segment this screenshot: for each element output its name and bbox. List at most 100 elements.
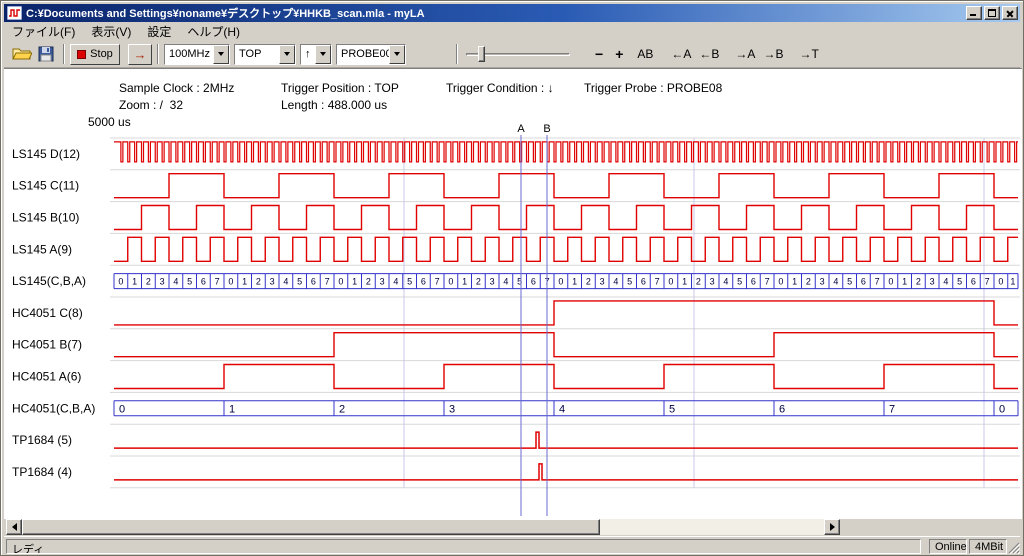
toolbar-separator xyxy=(456,44,458,64)
bus-value: 1 xyxy=(352,276,357,286)
bus-value: 0 xyxy=(668,276,673,286)
channel-label: HC4051 B(7) xyxy=(12,338,82,352)
scroll-thumb[interactable] xyxy=(22,519,600,535)
bus-value: 6 xyxy=(751,276,756,286)
bus-value: 5 xyxy=(187,276,192,286)
channel-row: LS145 D(12) xyxy=(12,142,1018,162)
maximize-icon xyxy=(988,9,996,17)
jump-trigger-button[interactable]: →T xyxy=(796,45,821,63)
chevron-down-icon[interactable] xyxy=(389,45,405,64)
app-window: C:¥Documents and Settings¥noname¥デスクトップ¥… xyxy=(0,0,1024,556)
waveform-trace xyxy=(114,301,1018,325)
trigger-position-value: TOP xyxy=(235,45,279,64)
minimize-button[interactable] xyxy=(966,6,982,20)
waveform-trace xyxy=(114,206,1018,230)
bus-value: 3 xyxy=(820,276,825,286)
status-message: レディ xyxy=(6,539,921,554)
close-icon xyxy=(1003,7,1017,19)
bus-value: 2 xyxy=(366,276,371,286)
bus-value: 0 xyxy=(338,276,343,286)
scroll-left-button[interactable] xyxy=(6,519,22,535)
toolbar-separator xyxy=(63,44,65,64)
chevron-down-icon[interactable] xyxy=(213,45,229,64)
trigger-probe-combo[interactable]: PROBE00 xyxy=(336,44,406,65)
run-button[interactable]: → xyxy=(128,44,152,65)
bus-value: 5 xyxy=(297,276,302,286)
sample-clock-text: Sample Clock : 2MHz xyxy=(119,81,234,95)
ab-cursor-button[interactable]: AB xyxy=(634,45,656,63)
bus-value: 6 xyxy=(201,276,206,286)
menu-help[interactable]: ヘルプ(H) xyxy=(179,21,248,42)
channel-label: LS145 A(9) xyxy=(12,242,72,256)
sample-rate-value: 100MHz xyxy=(165,45,213,64)
channel-row: HC4051(C,B,A)012345670 xyxy=(12,401,1018,416)
zoom-out-button[interactable]: − xyxy=(592,44,606,64)
bus-value: 3 xyxy=(930,276,935,286)
bus-value: 1 xyxy=(462,276,467,286)
status-online: Online xyxy=(929,539,967,554)
channel-row: LS145 B(10) xyxy=(12,206,1018,230)
scroll-right-button[interactable] xyxy=(824,519,840,535)
bus-value: 2 xyxy=(146,276,151,286)
bus-value: 0 xyxy=(118,276,123,286)
minimize-icon xyxy=(970,14,976,16)
chevron-down-icon[interactable] xyxy=(279,45,295,64)
bus-value: 5 xyxy=(669,403,675,415)
bus-value: 6 xyxy=(531,276,536,286)
sample-rate-combo[interactable]: 100MHz xyxy=(164,44,230,65)
jump-b-back-button[interactable]: ←B xyxy=(696,45,722,63)
bus-value: 2 xyxy=(339,403,345,415)
horizontal-scrollbar[interactable] xyxy=(6,519,840,535)
close-button[interactable] xyxy=(1002,6,1018,20)
trigger-edge-combo[interactable]: ↑ xyxy=(300,44,332,65)
zoom-slider[interactable] xyxy=(466,45,570,63)
waveform-trace xyxy=(114,365,1018,389)
jump-b-forward-button[interactable]: →B xyxy=(760,45,786,63)
menu-settings[interactable]: 設定 xyxy=(139,21,179,42)
trigger-position-combo[interactable]: TOP xyxy=(234,44,296,65)
bus-value: 0 xyxy=(119,403,125,415)
stop-button[interactable]: Stop xyxy=(70,44,120,65)
open-button[interactable] xyxy=(10,43,34,65)
bus-value: 4 xyxy=(503,276,508,286)
jump-a-forward-button[interactable]: →A xyxy=(732,45,758,63)
bus-value: 4 xyxy=(833,276,838,286)
menu-view[interactable]: 表示(V) xyxy=(83,21,139,42)
maximize-button[interactable] xyxy=(984,6,1000,20)
length-text: Length : 488.000 us xyxy=(281,98,387,112)
bus-value: 7 xyxy=(215,276,220,286)
waveform-panel: LS145 D(12) LS145 C(11) LS145 B(10) LS145 A… xyxy=(4,68,1022,519)
resize-grip[interactable] xyxy=(1006,540,1020,554)
zoom-slider-thumb[interactable] xyxy=(478,46,485,62)
app-icon[interactable] xyxy=(7,6,22,20)
zoom-in-button[interactable]: + xyxy=(612,44,626,64)
waveform-area[interactable]: LS145 D(12) LS145 C(11) LS145 B(10) LS145 A… xyxy=(4,69,1022,519)
bus-value: 5 xyxy=(957,276,962,286)
bus-value: 7 xyxy=(435,276,440,286)
bus-value: 0 xyxy=(778,276,783,286)
scrollbar-row xyxy=(4,519,1020,536)
bus-value: 2 xyxy=(256,276,261,286)
bus-value: 5 xyxy=(737,276,742,286)
waveform-trace xyxy=(114,142,1018,162)
channel-row: TP1684 (5) xyxy=(12,432,1018,448)
chevron-down-icon[interactable] xyxy=(315,45,331,64)
save-button[interactable] xyxy=(34,43,58,65)
menu-file[interactable]: ファイル(F) xyxy=(4,21,83,42)
bus-value: 7 xyxy=(325,276,330,286)
toolbar-separator xyxy=(157,44,159,64)
bus-value: 4 xyxy=(559,403,565,415)
bus-value: 6 xyxy=(779,403,785,415)
titlebar: C:¥Documents and Settings¥noname¥デスクトップ¥… xyxy=(4,4,1020,22)
bus-value: 6 xyxy=(311,276,316,286)
waveform-trace xyxy=(114,174,1018,198)
bus-value: 1 xyxy=(682,276,687,286)
save-icon xyxy=(38,46,54,62)
jump-a-back-button[interactable]: ←A xyxy=(668,45,694,63)
stop-icon xyxy=(77,50,86,59)
channel-label: TP1684 (5) xyxy=(12,433,72,447)
bus-value: 3 xyxy=(600,276,605,286)
channel-label: LS145 C(11) xyxy=(12,179,79,193)
bus-value: 4 xyxy=(943,276,948,286)
scroll-left-icon xyxy=(12,523,17,531)
